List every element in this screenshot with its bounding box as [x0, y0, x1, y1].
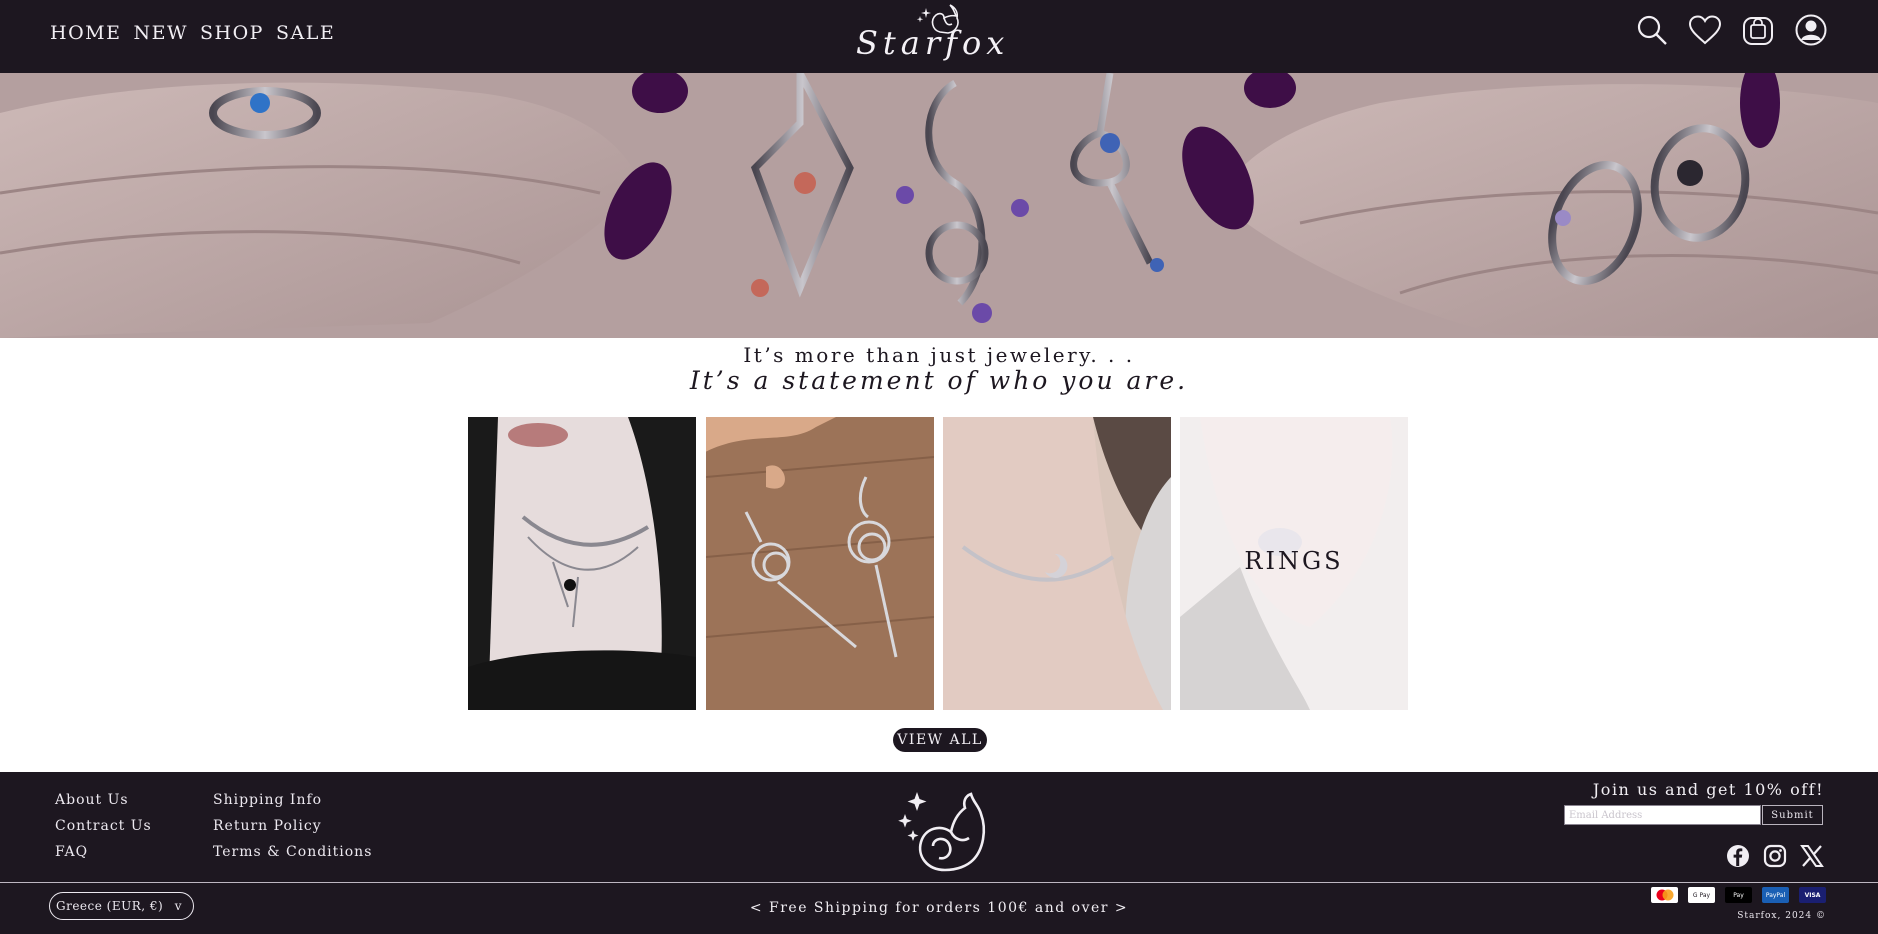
tagline-script: It’s a statement of who you are. [689, 366, 1189, 395]
free-shipping-banner: < Free Shipping for orders 100€ and over… [749, 900, 1129, 916]
category-bracelets-tile[interactable] [943, 417, 1171, 710]
footer-link-contact[interactable]: Contract Us [55, 818, 152, 835]
footer-link-shipping[interactable]: Shipping Info [213, 792, 372, 809]
footer-col-policies: Shipping Info Return Policy Terms & Cond… [213, 792, 372, 861]
search-icon[interactable] [1634, 12, 1669, 47]
footer-fox-logo-icon [893, 784, 989, 876]
instagram-icon[interactable] [1763, 844, 1787, 868]
x-icon[interactable] [1800, 844, 1824, 868]
nav-new[interactable]: NEW [133, 22, 188, 44]
google-pay-icon: G Pay [1688, 887, 1715, 903]
header-icons [1634, 12, 1828, 47]
mastercard-icon [1651, 887, 1678, 903]
category-grid: RINGS [468, 417, 1410, 710]
bracelet-image [943, 417, 1171, 710]
view-all-button[interactable]: VIEW ALL [893, 728, 987, 752]
footer-link-about[interactable]: About Us [55, 792, 152, 809]
hero-jewelry-image [0, 73, 1878, 338]
newsletter-title: Join us and get 10% off! [1592, 780, 1824, 799]
earrings-image [706, 417, 934, 710]
logo-text: Starfox [856, 24, 1010, 62]
newsletter-submit-button[interactable]: Submit [1762, 805, 1823, 825]
footer-divider [0, 882, 1878, 883]
account-icon[interactable] [1793, 12, 1828, 47]
shopping-bag-icon[interactable] [1740, 12, 1775, 47]
nav-sale[interactable]: SALE [276, 22, 335, 44]
category-rings-tile[interactable]: RINGS [1180, 417, 1408, 710]
facebook-icon[interactable] [1726, 844, 1750, 868]
newsletter-email-input[interactable] [1564, 805, 1761, 825]
starfox-logo[interactable]: Starfox [852, 2, 1032, 68]
footer-link-returns[interactable]: Return Policy [213, 818, 372, 835]
tagline-primary: It’s more than just jewelery. . . [743, 343, 1135, 367]
hero-banner [0, 73, 1878, 338]
site-footer: About Us Contract Us FAQ Shipping Info R… [0, 772, 1878, 934]
apple-pay-icon: Pay [1725, 887, 1752, 903]
footer-link-terms[interactable]: Terms & Conditions [213, 844, 372, 861]
footer-col-info: About Us Contract Us FAQ [55, 792, 152, 861]
copyright: Starfox, 2024 © [1737, 911, 1826, 921]
site-header: HOME NEW SHOP SALE Starfox [0, 0, 1878, 73]
necklace-model-image [468, 417, 696, 710]
footer-link-faq[interactable]: FAQ [55, 844, 152, 861]
paypal-icon: PayPal [1762, 887, 1789, 903]
category-rings-label: RINGS [1244, 547, 1344, 575]
category-necklaces-tile[interactable] [468, 417, 696, 710]
heart-icon[interactable] [1687, 12, 1722, 47]
nav-shop[interactable]: SHOP [200, 22, 264, 44]
main-nav: HOME NEW SHOP SALE [50, 22, 335, 44]
social-links [1726, 844, 1824, 868]
payment-methods: G Pay Pay PayPal VISA [1651, 887, 1826, 903]
nav-home[interactable]: HOME [50, 22, 121, 44]
category-earrings-tile[interactable] [706, 417, 934, 710]
visa-icon: VISA [1799, 887, 1826, 903]
